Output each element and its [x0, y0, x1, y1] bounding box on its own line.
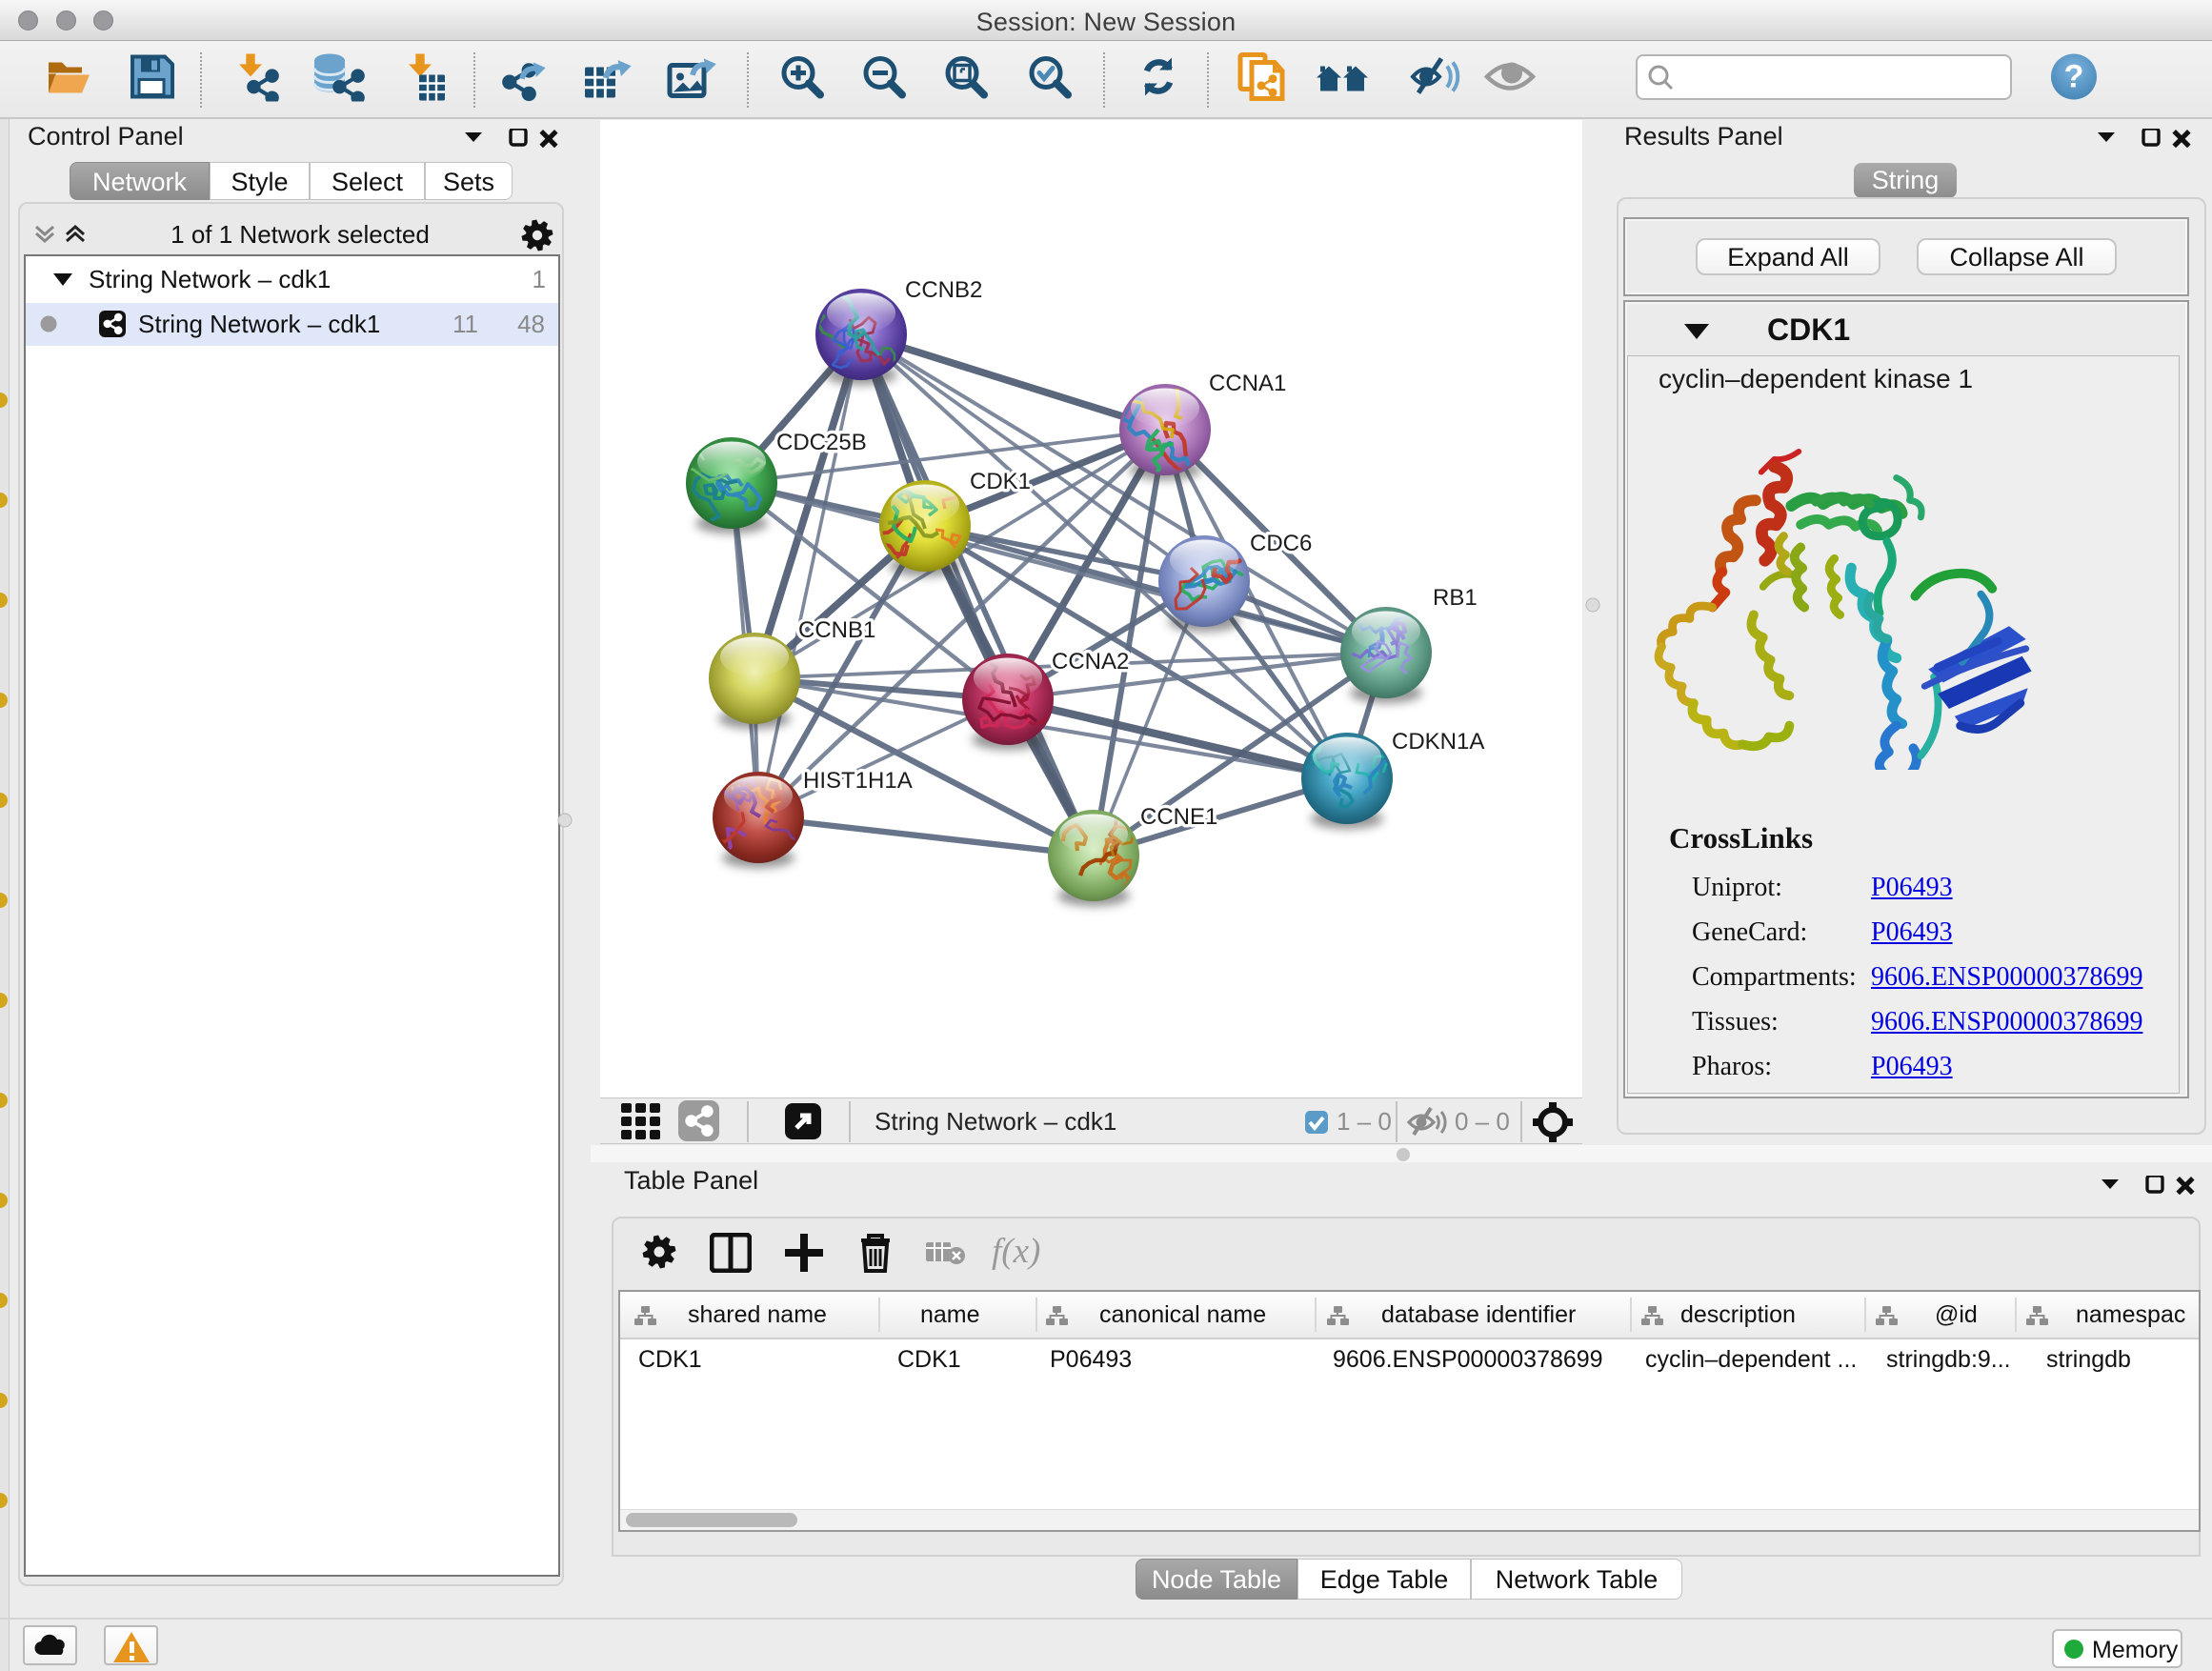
- svg-text:CCNB1: CCNB1: [798, 617, 875, 643]
- svg-text:RB1: RB1: [1433, 585, 1478, 611]
- svg-text:CDC25B: CDC25B: [776, 430, 867, 455]
- svg-text:CDKN1A: CDKN1A: [1392, 729, 1484, 755]
- svg-text:CCNE1: CCNE1: [1140, 804, 1217, 830]
- svg-text:CCNB2: CCNB2: [905, 277, 982, 303]
- svg-text:CDC6: CDC6: [1250, 531, 1312, 556]
- svg-text:CDK1: CDK1: [970, 469, 1031, 494]
- svg-text:CCNA1: CCNA1: [1209, 371, 1286, 396]
- svg-text:?: ?: [2064, 59, 2084, 95]
- svg-text:CCNA2: CCNA2: [1052, 649, 1129, 674]
- svg-text:HIST1H1A: HIST1H1A: [803, 768, 913, 794]
